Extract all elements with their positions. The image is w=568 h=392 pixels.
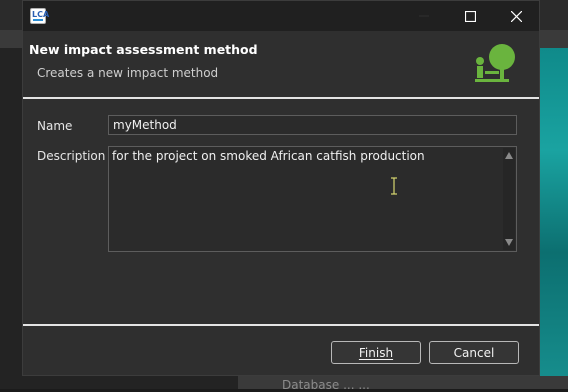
footer-separator — [23, 324, 539, 326]
app-logo-icon: LCA — [30, 8, 50, 24]
finish-button-label: Finish — [358, 345, 394, 360]
description-textarea[interactable]: for the project on smoked African catfis… — [108, 146, 517, 252]
close-icon — [510, 10, 522, 22]
description-scrollbar[interactable] — [503, 148, 515, 250]
name-input[interactable]: myMethod — [108, 115, 517, 135]
text-cursor-icon — [391, 177, 397, 195]
wizard-title: New impact assessment method — [29, 42, 258, 57]
scroll-down-icon[interactable] — [505, 239, 513, 246]
maximize-button[interactable] — [447, 1, 493, 31]
background-image-panel — [540, 48, 568, 389]
close-button[interactable] — [493, 1, 539, 31]
wizard-subtitle: Creates a new impact method — [37, 66, 219, 80]
minimize-button[interactable] — [401, 1, 447, 31]
description-label: Description — [37, 149, 106, 163]
cancel-button-label: Cancel — [453, 345, 495, 360]
new-impact-method-dialog: LCA New impact assessment method Creates… — [22, 0, 540, 376]
description-text: for the project on smoked African catfis… — [112, 149, 425, 163]
name-label: Name — [37, 119, 73, 133]
cancel-button[interactable]: Cancel — [429, 341, 519, 364]
finish-button[interactable]: Finish — [331, 341, 421, 364]
minimize-icon — [419, 15, 429, 17]
scroll-up-icon[interactable] — [505, 152, 513, 159]
impact-method-icon — [475, 44, 515, 82]
header-separator — [23, 97, 539, 99]
wizard-header: New impact assessment method Creates a n… — [23, 31, 539, 97]
app-logo-text: LCA — [32, 10, 50, 19]
background-partial-text: Database ... ... — [282, 378, 370, 392]
dialog-titlebar[interactable]: LCA — [23, 1, 539, 31]
maximize-icon — [464, 10, 476, 22]
